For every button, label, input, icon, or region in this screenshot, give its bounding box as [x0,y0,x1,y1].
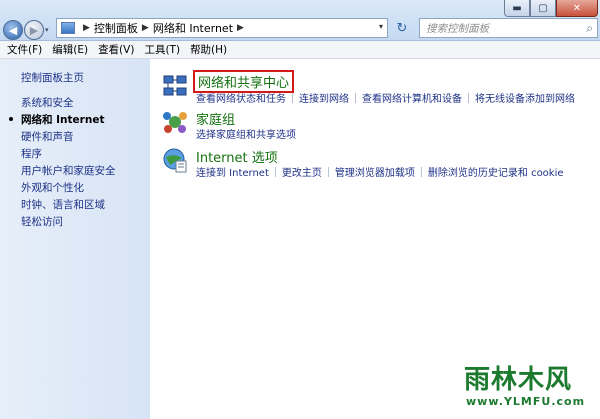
sidebar-item-clock-language[interactable]: 时钟、语言和区域 [21,197,116,214]
menu-view[interactable]: 查看(V) [93,42,139,57]
back-button[interactable]: ◀ [3,20,23,40]
link-add-wireless-device[interactable]: 将无线设备添加到网络 [475,90,575,105]
refresh-button[interactable]: ↻ [390,18,414,38]
sidebar-item-network-internet[interactable]: 网络和 Internet [9,112,116,129]
sidebar-item-system-security[interactable]: 系统和安全 [21,95,116,112]
recent-pages-dropdown-icon[interactable]: ▾ [45,26,49,34]
breadcrumb-separator-icon[interactable]: ▶ [237,23,244,33]
main-content: 网络和共享中心 查看网络状态和任务 连接到网络 查看网络计算机和设备 将无线设备… [150,59,600,419]
menu-edit[interactable]: 编辑(E) [47,42,93,57]
address-dropdown-icon[interactable]: ▾ [379,22,383,31]
watermark-text: 雨林木风 [464,365,573,395]
watermark-logo: 雨林木风 www.YLMFU.com [458,353,594,415]
category-links: 选择家庭组和共享选项 [196,126,296,141]
breadcrumb-separator-icon[interactable]: ▶ [83,23,90,33]
forward-button[interactable]: ▶ [24,20,44,40]
sidebar-item-hardware-sound[interactable]: 硬件和声音 [21,129,116,146]
breadcrumb-separator-icon[interactable]: ▶ [142,23,149,33]
minimize-button[interactable]: ▬ [504,0,530,17]
close-button[interactable]: ✕ [556,0,598,17]
maximize-button[interactable]: ▢ [530,0,556,17]
search-input[interactable]: 搜索控制面板 ⌕ [419,18,598,38]
menu-help[interactable]: 帮助(H) [185,42,232,57]
sidebar-item-ease-of-access[interactable]: 轻松访问 [21,214,116,231]
link-connect-network[interactable]: 连接到网络 [299,90,349,105]
sidebar-home-link[interactable]: 控制面板主页 [21,70,84,85]
sidebar-item-user-accounts[interactable]: 用户帐户和家庭安全 [21,163,116,180]
link-view-network-status[interactable]: 查看网络状态和任务 [196,90,286,105]
internet-options-icon [163,148,187,173]
link-manage-addons[interactable]: 管理浏览器加载项 [335,164,415,179]
menu-bar: 文件(F) 编辑(E) 查看(V) 工具(T) 帮助(H) [0,41,600,59]
watermark-url: www.YLMFU.com [466,395,586,408]
sidebar-item-programs[interactable]: 程序 [21,146,116,163]
link-delete-history[interactable]: 删除浏览的历史记录和 cookie [428,164,564,179]
breadcrumb-network-internet[interactable]: 网络和 Internet [153,20,233,36]
window-controls: ▬ ▢ ✕ [504,0,598,17]
sidebar-list: 系统和安全 网络和 Internet 硬件和声音 程序 用户帐户和家庭安全 外观… [9,95,116,231]
menu-tools[interactable]: 工具(T) [139,42,185,57]
link-homegroup-sharing-options[interactable]: 选择家庭组和共享选项 [196,126,296,141]
category-links: 查看网络状态和任务 连接到网络 查看网络计算机和设备 将无线设备添加到网络 [196,90,575,105]
menu-file[interactable]: 文件(F) [2,42,47,57]
breadcrumb-control-panel[interactable]: 控制面板 [94,20,138,36]
network-sharing-center-icon [163,75,187,96]
control-panel-icon [61,22,75,34]
link-view-network-computers[interactable]: 查看网络计算机和设备 [362,90,462,105]
homegroup-icon [163,112,187,133]
address-bar[interactable]: ▶ 控制面板 ▶ 网络和 Internet ▶ ▾ [56,18,388,38]
search-placeholder: 搜索控制面板 [426,22,489,35]
link-connect-internet[interactable]: 连接到 Internet [196,164,269,179]
sidebar-item-appearance[interactable]: 外观和个性化 [21,180,116,197]
search-icon[interactable]: ⌕ [586,21,593,36]
title-address-bar: ▬ ▢ ✕ ◀ ▶ ▾ ▶ 控制面板 ▶ 网络和 Internet ▶ ▾ ↻ … [0,0,600,41]
link-change-homepage[interactable]: 更改主页 [282,164,322,179]
sidebar: 控制面板主页 系统和安全 网络和 Internet 硬件和声音 程序 用户帐户和… [0,59,150,419]
category-links: 连接到 Internet 更改主页 管理浏览器加载项 删除浏览的历史记录和 co… [196,164,564,179]
